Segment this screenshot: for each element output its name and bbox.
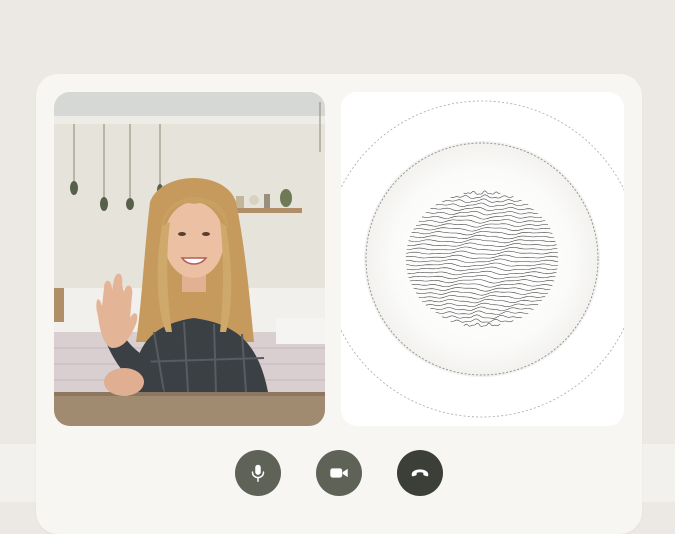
user-video-tile — [54, 92, 325, 426]
video-camera-icon — [330, 468, 348, 478]
toggle-camera-button[interactable] — [316, 450, 362, 496]
call-controls — [36, 450, 642, 498]
mute-microphone-button[interactable] — [235, 450, 281, 496]
end-call-button[interactable] — [397, 450, 443, 496]
video-call-panel — [36, 74, 642, 534]
assistant-visual-tile — [341, 92, 624, 426]
audio-orb-visualizer — [341, 100, 624, 418]
user-video-feed — [54, 92, 325, 426]
microphone-icon — [251, 464, 265, 482]
end-call-icon — [411, 469, 429, 477]
